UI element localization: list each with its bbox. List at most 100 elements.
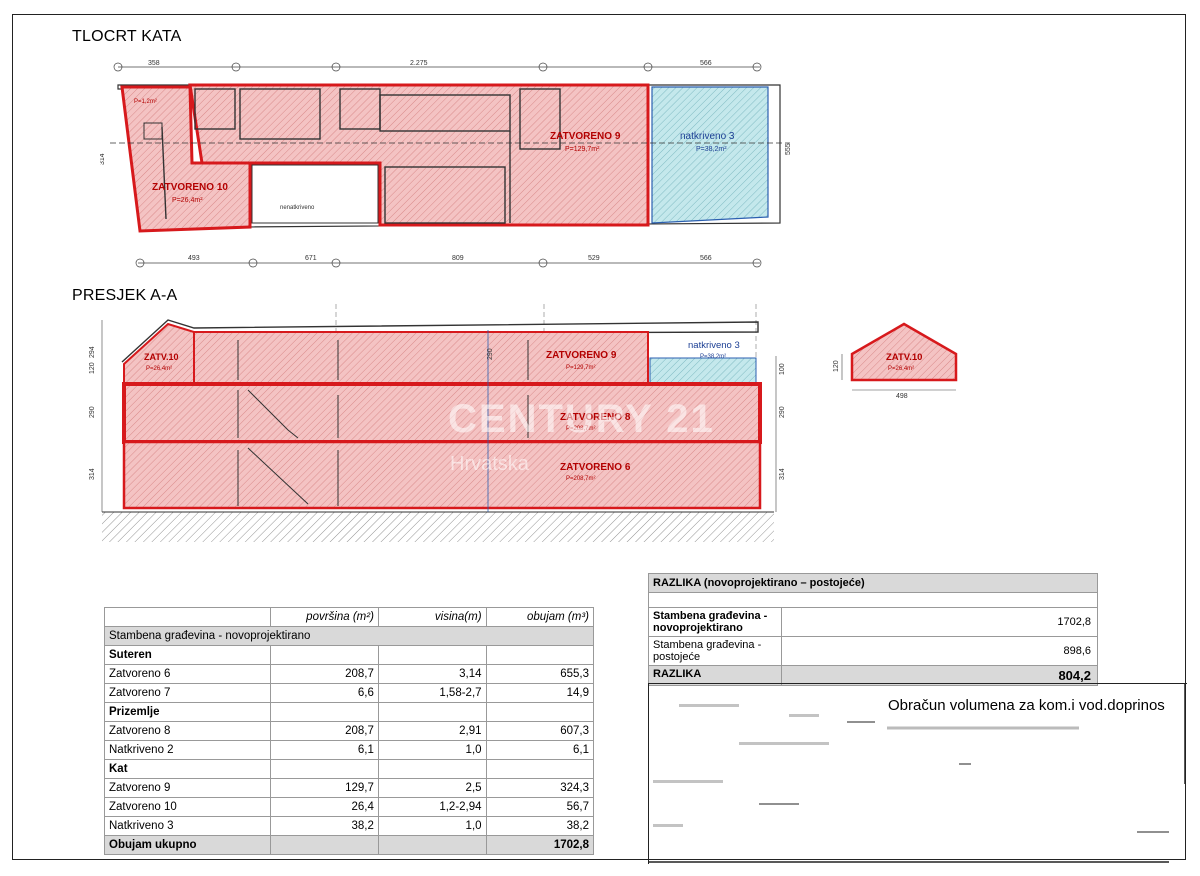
- row-volume: 324,3: [485, 778, 595, 798]
- roof-detail-width: 498: [896, 393, 908, 400]
- roof-detail-area: P=26,4m²: [888, 366, 914, 372]
- table-row: Natkriveno 2 6,1 1,0 6,1: [103, 740, 595, 760]
- floor-plan-drawing: 358 2.275 566 493 671 809 529 566 314 55…: [100, 60, 792, 268]
- row-volume: 56,7: [485, 797, 595, 817]
- row-volume: 607,3: [485, 721, 595, 741]
- row-name: Zatvoreno 6: [103, 664, 272, 684]
- sec-dim-right-3: 314: [779, 468, 786, 480]
- table-row: Zatvoreno 10 26,4 1,2-2,94 56,7: [103, 797, 595, 817]
- volume-header-0: [103, 607, 272, 627]
- row-name: Natkriveno 2: [103, 740, 272, 760]
- row-area: 208,7: [270, 721, 379, 741]
- table-row: Zatvoreno 8 208,7 2,91 607,3: [103, 721, 595, 741]
- dim-bot-2: 671: [305, 255, 317, 262]
- watermark-brand: CENTURY 21: [448, 397, 715, 441]
- row-height: 1,58-2,7: [377, 683, 487, 703]
- volume-total-label: Obujam ukupno: [103, 835, 272, 855]
- volume-group-row: Kat: [103, 759, 595, 779]
- dim-bot-5: 566: [700, 255, 712, 262]
- zone-zatvoreno9-area: P=129,7m²: [565, 146, 600, 153]
- volume-table-header: površina (m²) visina(m) obujam (m³): [103, 607, 595, 627]
- sec-zatv10-area: P=26,4m²: [146, 366, 172, 372]
- volume-table: površina (m²) visina(m) obujam (m³) Stam…: [103, 607, 595, 855]
- dim-bot-3: 809: [452, 255, 464, 262]
- sec-zatv10-label: ZATV.10: [144, 352, 179, 362]
- row-area: 6,6: [270, 683, 379, 703]
- sec-dim-left-1: 294: [89, 346, 96, 358]
- volume-group-row: Suteren: [103, 645, 595, 665]
- sec-dim-right-1: 100: [779, 363, 786, 375]
- roof-detail-label: ZATV.10: [886, 352, 922, 363]
- row-area: 208,7: [270, 664, 379, 684]
- row-height: 1,0: [377, 740, 487, 760]
- razlika-row-value: 898,6: [1063, 645, 1091, 657]
- sec-zatvoreno6-label: ZATVORENO 6: [560, 462, 631, 473]
- dim-bot-4: 529: [588, 255, 600, 262]
- zone-nenatkriveno-label: nenatkriveno: [280, 205, 315, 211]
- table-row: Stambena građevina - novoprojektirano 17…: [649, 607, 1097, 636]
- volume-building-label: Stambena građevina - novoprojektirano: [104, 626, 594, 646]
- dim-bot-1: 493: [188, 255, 200, 262]
- table-row: Stambena građevina - postojeće 898,6: [649, 636, 1097, 665]
- volume-total-value: 1702,8: [485, 835, 595, 855]
- row-height: 1,2-2,94: [377, 797, 487, 817]
- row-area: 6,1: [270, 740, 379, 760]
- razlika-table: RAZLIKA (novoprojektirano – postojeće) S…: [648, 573, 1098, 686]
- razlika-title: RAZLIKA (novoprojektirano – postojeće): [649, 574, 1097, 593]
- row-name: Zatvoreno 10: [103, 797, 272, 817]
- row-height: 1,0: [377, 816, 487, 836]
- table-row: Natkriveno 3 38,2 1,0 38,2: [103, 816, 595, 836]
- volume-group-row: Prizemlje: [103, 702, 595, 722]
- dim-top-1: 358: [148, 60, 160, 67]
- razlika-sum-row: RAZLIKA 804,2: [649, 665, 1097, 685]
- roof-detail: ZATV.10 P=26,4m² 498 120: [833, 322, 958, 400]
- table-row: Zatvoreno 7 6,6 1,58-2,7 14,9: [103, 683, 595, 703]
- sec-natkriveno3-area: P=38,2m²: [700, 354, 726, 360]
- dim-left: 314: [100, 153, 106, 165]
- table-row: Zatvoreno 6 208,7 3,14 655,3: [103, 664, 595, 684]
- row-volume: 14,9: [485, 683, 595, 703]
- section-drawing: 294 120 290 314 100 290 314 290 ZATV.10 …: [89, 304, 786, 542]
- row-volume: 6,1: [485, 740, 595, 760]
- row-name: Zatvoreno 7: [103, 683, 272, 703]
- zone-small-area: P=1,2m²: [134, 99, 157, 105]
- volume-total-row: Obujam ukupno 1702,8: [103, 835, 595, 855]
- volume-header-volume: obujam (m³): [485, 607, 595, 627]
- row-volume: 38,2: [485, 816, 595, 836]
- sec-zatvoreno9-area: P=129,7m²: [566, 365, 596, 371]
- volume-group-label: Suteren: [103, 645, 272, 665]
- row-area: 26,4: [270, 797, 379, 817]
- volume-header-height: visina(m): [377, 607, 487, 627]
- sec-dim-left-4: 314: [89, 468, 96, 480]
- volume-building-row: Stambena građevina - novoprojektirano: [104, 626, 594, 646]
- sec-dim-left-3: 290: [89, 406, 96, 418]
- row-name: Zatvoreno 9: [103, 778, 272, 798]
- floor-plan-title: TLOCRT KATA: [72, 28, 182, 45]
- row-height: 3,14: [377, 664, 487, 684]
- roof-detail-height: 120: [833, 360, 840, 372]
- watermark-sub: Hrvatska: [450, 453, 530, 475]
- zone-zatvoreno10-label: ZATVORENO 10: [152, 182, 228, 193]
- row-area: 129,7: [270, 778, 379, 798]
- row-volume: 655,3: [485, 664, 595, 684]
- sec-dim-left-2: 120: [89, 362, 96, 374]
- zone-natkriveno3-label: natkriveno 3: [680, 131, 735, 142]
- sec-natkriveno3-label: natkriveno 3: [688, 340, 740, 351]
- dim-right: 555: [785, 143, 792, 155]
- row-area: 38,2: [270, 816, 379, 836]
- sec-zatvoreno9-label: ZATVORENO 9: [546, 350, 617, 361]
- row-height: 2,91: [377, 721, 487, 741]
- volume-header-area: površina (m²): [270, 607, 379, 627]
- razlika-row-value: 1702,8: [1057, 616, 1091, 628]
- zone-zatvoreno9-label: ZATVORENO 9: [550, 131, 621, 142]
- dim-top-3: 566: [700, 60, 712, 67]
- razlika-row-label: Stambena građevina - postojeće: [649, 637, 782, 665]
- sec-dim-middle: 290: [487, 348, 494, 360]
- volume-group-label: Kat: [103, 759, 272, 779]
- razlika-row-label: Stambena građevina - novoprojektirano: [649, 608, 782, 636]
- row-name: Zatvoreno 8: [103, 721, 272, 741]
- volume-group-label: Prizemlje: [103, 702, 272, 722]
- sec-dim-right-2: 290: [779, 406, 786, 418]
- dim-top-2: 2.275: [410, 60, 428, 67]
- row-height: 2,5: [377, 778, 487, 798]
